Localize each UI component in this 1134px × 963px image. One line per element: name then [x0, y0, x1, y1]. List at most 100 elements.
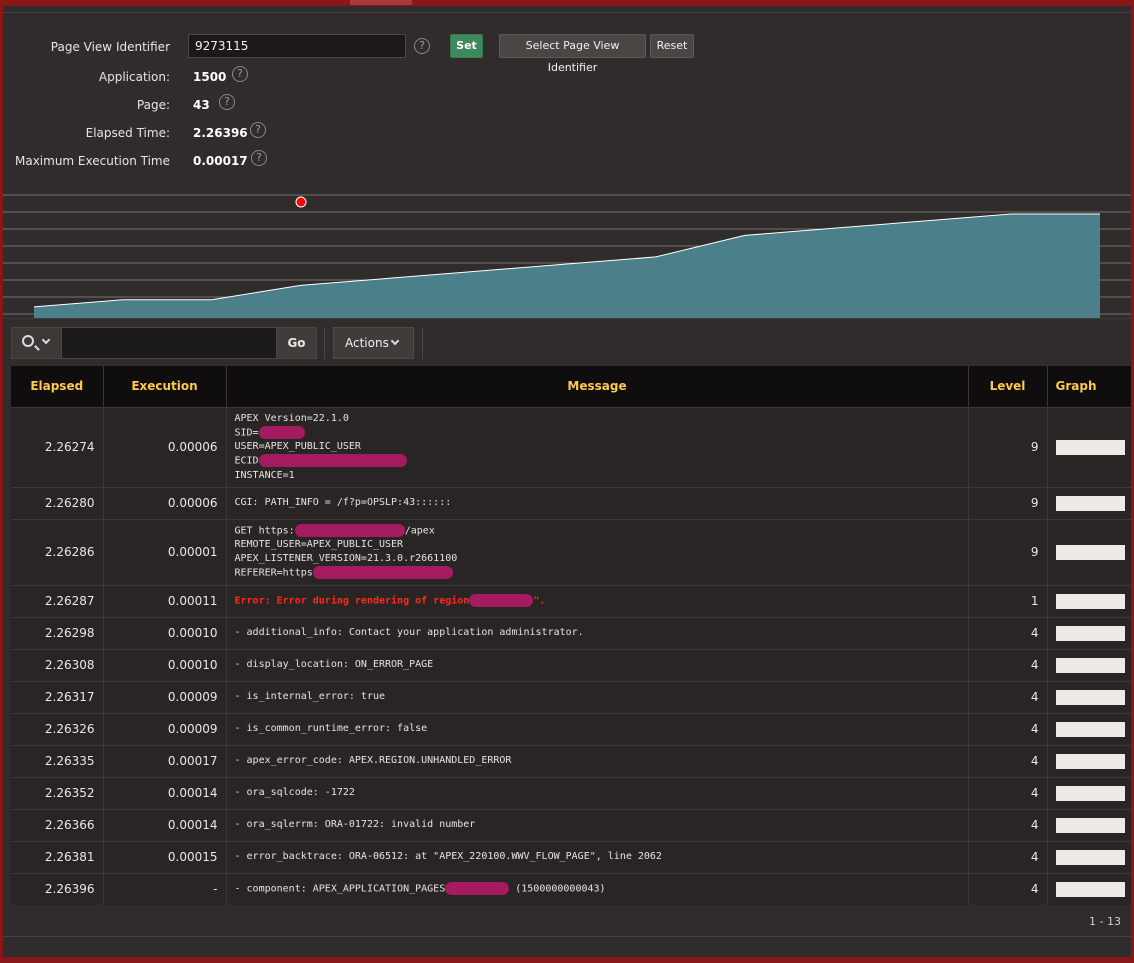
top-tab-indicator [350, 0, 412, 5]
max-exec-value: 0.00017 [193, 154, 248, 168]
execution-cell: 0.00006 [103, 406, 227, 487]
table-row: 2.26326 0.00009 - is_common_runtime_error:… [11, 712, 1131, 745]
elapsed-cell: 2.26381 [11, 840, 104, 873]
redaction-mark [445, 882, 510, 895]
level-cell: 4 [968, 744, 1048, 777]
message-cell: - error_backtrace: ORA-06512: at "APEX_2… [226, 840, 969, 873]
table-row: 2.26274 0.00006 APEX Version=22.1.0 SID= USE… [11, 406, 1131, 487]
execution-cell: 0.00014 [103, 776, 227, 809]
max-exec-row: Maximum Execution Time 0.00017 ? [3, 148, 723, 174]
page-view-identifier-input[interactable] [188, 34, 406, 58]
message-cell: Error: Error during rendering of region "… [226, 584, 969, 617]
graph-bar [1055, 593, 1125, 609]
table-row: 2.26286 0.00001 GET https:/apex REMOTE_USER… [11, 518, 1131, 585]
message-line: - ora_sqlcode: -1722 [234, 787, 355, 798]
elapsed-cell: 2.26280 [11, 486, 104, 519]
page-view-row: Page View Identifier ? Set Select Page V… [3, 34, 723, 74]
redaction-mark [312, 566, 453, 579]
search-input[interactable] [62, 328, 276, 358]
message-cell: GET https:/apex REMOTE_USER=APEX_PUBLIC_U… [226, 518, 969, 585]
level-cell: 1 [968, 584, 1048, 617]
execution-cell: 0.00014 [103, 808, 227, 841]
help-icon[interactable]: ? [219, 94, 235, 110]
page-value: 43 [193, 98, 210, 112]
message-cell: - apex_error_code: APEX.REGION.UNHANDLED… [226, 744, 969, 777]
graph-bar [1055, 753, 1125, 769]
graph-bar [1055, 495, 1125, 511]
elapsed-cell: 2.26352 [11, 776, 104, 809]
column-header-execution[interactable]: Execution [103, 366, 227, 407]
elapsed-cell: 2.26317 [11, 680, 104, 713]
message-line: - component: APEX_APPLICATION_PAGES (150… [234, 882, 606, 895]
message-line: REFERER=https [235, 566, 960, 581]
message-cell: - component: APEX_APPLICATION_PAGES (150… [226, 872, 969, 905]
search-column-toggle[interactable] [12, 328, 62, 358]
message-cell: APEX Version=22.1.0 SID= USER=APEX_PUBLIC_… [226, 406, 969, 487]
graph-bar [1055, 544, 1125, 560]
execution-cell: 0.00010 [103, 616, 227, 649]
search-bar: Go [11, 327, 317, 359]
message-line: - apex_error_code: APEX.REGION.UNHANDLED… [234, 755, 512, 766]
column-header-elapsed[interactable]: Elapsed [11, 366, 104, 407]
elapsed-time-row: Elapsed Time: 2.26396 ? [3, 120, 723, 146]
help-icon[interactable]: ? [251, 150, 267, 166]
message-line: - ora_sqlerrm: ORA-01722: invalid number [234, 819, 476, 830]
elapsed-cell: 2.26396 [11, 872, 104, 905]
message-line: USER=APEX_PUBLIC_USER [234, 441, 361, 452]
column-header-message[interactable]: Message [226, 366, 969, 407]
set-button[interactable]: Set [450, 34, 483, 58]
message-line: - error_backtrace: ORA-06512: at "APEX_2… [234, 851, 662, 862]
help-icon[interactable]: ? [232, 66, 248, 82]
help-icon[interactable]: ? [250, 122, 266, 138]
actions-button[interactable]: Actions [333, 327, 414, 359]
divider [3, 12, 1131, 13]
graph-cell [1047, 518, 1131, 585]
execution-cell: 0.00009 [103, 680, 227, 713]
select-page-view-identifier-button[interactable]: Select Page View Identifier [499, 34, 646, 74]
level-cell: 9 [968, 406, 1048, 487]
graph-cell [1047, 486, 1131, 519]
level-cell: 4 [968, 616, 1048, 649]
max-exec-label: Maximum Execution Time [14, 154, 170, 168]
graph-cell [1047, 584, 1131, 617]
elapsed-chart-svg [3, 194, 1131, 318]
page-label: Page: [136, 98, 170, 112]
graph-cell [1047, 776, 1131, 809]
help-icon[interactable]: ? [414, 38, 430, 54]
message-line: - is_internal_error: true [234, 691, 386, 702]
level-cell: 4 [968, 776, 1048, 809]
elapsed-cell: 2.26335 [11, 744, 104, 777]
execution-cell: 0.00015 [103, 840, 227, 873]
chevron-down-icon [390, 336, 400, 346]
level-cell: 4 [968, 712, 1048, 745]
message-line: Error: Error during rendering of region "… [234, 593, 546, 607]
chart-area [34, 214, 1100, 318]
level-cell: 9 [968, 486, 1048, 519]
elapsed-time-label: Elapsed Time: [85, 126, 170, 140]
level-cell: 4 [968, 840, 1048, 873]
application-row: Application: 1500 ? [3, 64, 723, 90]
column-header-level[interactable]: Level [968, 366, 1048, 407]
debug-panel: Page View Identifier ? Set Select Page V… [3, 6, 1131, 957]
redaction-mark [469, 593, 534, 607]
page-row: Page: 43 ? [3, 92, 723, 118]
debug-report-grid: Elapsed Execution Message Level Graph 2.… [11, 366, 1131, 905]
execution-cell: 0.00006 [103, 486, 227, 519]
elapsed-cell: 2.26298 [11, 616, 104, 649]
graph-cell [1047, 680, 1131, 713]
page-view-identifier-label: Page View Identifier [50, 40, 170, 54]
graph-bar [1055, 785, 1125, 801]
table-row: 2.26298 0.00010 - additional_info: Contact… [11, 616, 1131, 649]
graph-bar [1055, 625, 1125, 641]
graph-bar [1055, 439, 1125, 455]
level-cell: 4 [968, 808, 1048, 841]
graph-bar [1055, 721, 1125, 737]
reset-button[interactable]: Reset [650, 34, 694, 58]
table-row: 2.26287 0.00011 Error: Error during render… [11, 584, 1131, 617]
level-cell: 4 [968, 680, 1048, 713]
column-header-graph[interactable]: Graph [1047, 366, 1131, 407]
message-cell: - is_internal_error: true [226, 680, 969, 713]
divider [3, 936, 1131, 937]
go-button[interactable]: Go [276, 328, 316, 358]
level-cell: 9 [968, 518, 1048, 585]
